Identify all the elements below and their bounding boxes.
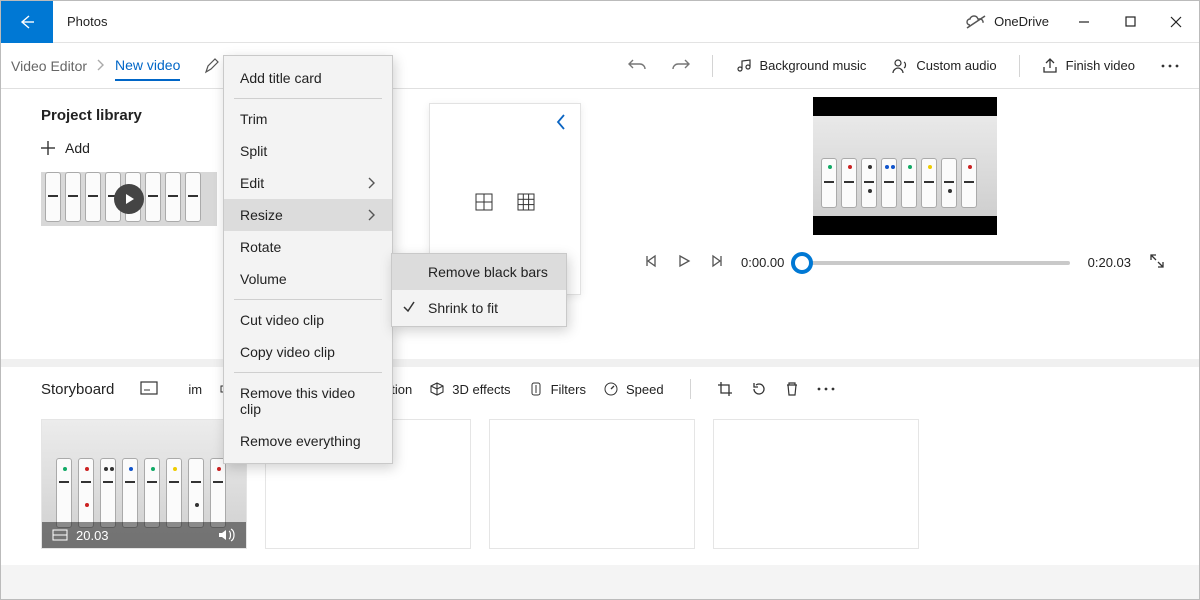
trash-icon [785, 381, 799, 397]
fullscreen-button[interactable] [1149, 253, 1165, 272]
scrubber[interactable] [802, 261, 1069, 265]
back-button[interactable] [1, 1, 53, 43]
chevron-right-icon [368, 177, 376, 189]
collapse-panel-button[interactable] [542, 104, 580, 143]
chevron-left-icon [556, 114, 566, 130]
background-music-button[interactable]: Background music [725, 52, 876, 80]
onedrive-status[interactable]: OneDrive [954, 14, 1061, 29]
delete-clip-button[interactable] [785, 381, 799, 397]
rotate-icon [751, 381, 767, 397]
grid-3x3-icon [517, 193, 535, 211]
close-icon [1170, 16, 1182, 28]
maximize-icon [1125, 16, 1136, 27]
redo-button[interactable] [662, 52, 700, 80]
plus-icon [41, 141, 55, 155]
submenu-remove-black-bars[interactable]: Remove black bars [392, 254, 566, 290]
step-forward-icon [709, 254, 723, 268]
resize-submenu: Remove black bars Shrink to fit [391, 253, 567, 327]
toolbar-more-button[interactable] [1151, 57, 1189, 75]
menu-trim[interactable]: Trim [224, 103, 392, 135]
scrubber-handle[interactable] [791, 252, 813, 274]
clip-duration: 20.03 [76, 528, 109, 543]
rotate-button[interactable] [751, 381, 767, 397]
menu-volume[interactable]: Volume [224, 263, 392, 295]
close-button[interactable] [1153, 1, 1199, 43]
play-icon [677, 254, 691, 268]
menu-remove-clip[interactable]: Remove this video clip [224, 377, 392, 425]
finish-video-button[interactable]: Finish video [1032, 52, 1145, 80]
minimize-icon [1078, 16, 1090, 28]
redo-icon [672, 58, 690, 74]
cloud-off-icon [966, 15, 986, 29]
crop-icon [717, 381, 733, 397]
menu-split[interactable]: Split [224, 135, 392, 167]
library-thumbnail[interactable] [41, 172, 217, 226]
prev-frame-button[interactable] [645, 254, 659, 271]
storyboard-slot-empty[interactable] [713, 419, 919, 549]
grid-2x2-icon [475, 193, 493, 211]
person-audio-icon [892, 58, 908, 74]
filters-icon [529, 382, 543, 396]
menu-resize[interactable]: Resize [224, 199, 392, 231]
3d-effects-button[interactable]: 3D effects [430, 382, 510, 397]
storyboard-more-button[interactable] [817, 386, 835, 392]
ellipsis-icon [817, 386, 835, 392]
onedrive-label: OneDrive [994, 14, 1049, 29]
arrow-left-icon [19, 14, 35, 30]
title-card-button[interactable] [140, 381, 158, 398]
app-title: Photos [67, 14, 107, 29]
gauge-icon [604, 382, 618, 396]
expand-icon [1149, 253, 1165, 269]
layout-3x3-button[interactable] [517, 193, 535, 214]
layout-2x2-button[interactable] [475, 193, 493, 214]
context-menu: Add title card Trim Split Edit Resize Ro… [223, 55, 393, 464]
cube-icon [430, 382, 444, 396]
total-time: 0:20.03 [1088, 255, 1131, 270]
menu-cut-clip[interactable]: Cut video clip [224, 304, 392, 336]
pencil-icon[interactable] [204, 58, 220, 74]
volume-icon [218, 528, 236, 542]
music-icon [735, 58, 751, 74]
menu-copy-clip[interactable]: Copy video clip [224, 336, 392, 368]
chevron-right-icon [97, 58, 105, 74]
maximize-button[interactable] [1107, 1, 1153, 43]
menu-rotate[interactable]: Rotate [224, 231, 392, 263]
current-time: 0:00.00 [741, 255, 784, 270]
chevron-right-icon [368, 209, 376, 221]
trim-button[interactable]: im [188, 382, 202, 397]
menu-remove-all[interactable]: Remove everything [224, 425, 392, 457]
storyboard-clip-1[interactable]: 20.03 [41, 419, 247, 549]
breadcrumb-current[interactable]: New video [115, 57, 180, 81]
undo-icon [628, 58, 646, 74]
submenu-shrink-to-fit[interactable]: Shrink to fit [392, 290, 566, 326]
custom-audio-button[interactable]: Custom audio [882, 52, 1006, 80]
breadcrumb: Video Editor New video [11, 51, 180, 81]
film-icon [52, 529, 68, 541]
step-back-icon [645, 254, 659, 268]
ellipsis-icon [1161, 63, 1179, 69]
check-icon [402, 300, 416, 317]
export-icon [1042, 58, 1058, 74]
next-frame-button[interactable] [709, 254, 723, 271]
menu-add-title-card[interactable]: Add title card [224, 62, 392, 94]
menu-edit[interactable]: Edit [224, 167, 392, 199]
video-preview[interactable] [813, 97, 997, 235]
play-button[interactable] [677, 254, 691, 271]
crop-button[interactable] [717, 381, 733, 397]
filters-button[interactable]: Filters [529, 382, 586, 397]
breadcrumb-parent[interactable]: Video Editor [11, 58, 87, 74]
play-overlay-icon [114, 184, 144, 214]
clip-progress [42, 548, 246, 549]
storyboard-title: Storyboard [41, 381, 114, 398]
undo-button[interactable] [618, 52, 656, 80]
minimize-button[interactable] [1061, 1, 1107, 43]
card-icon [140, 381, 158, 395]
storyboard-slot-empty[interactable] [489, 419, 695, 549]
speed-button[interactable]: Speed [604, 382, 664, 397]
